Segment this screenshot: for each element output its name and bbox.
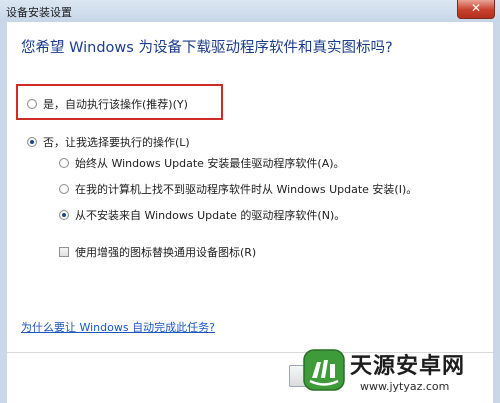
radio-if-missing-label: 在我的计算机上找不到驱动程序软件时从 Windows Update 安装(I)。	[75, 183, 418, 196]
radio-always-windows-update[interactable]: 始终从 Windows Update 安装最佳驱动程序软件(A)。	[59, 155, 345, 171]
dialog-question: 您希望 Windows 为设备下载驱动程序软件和真实图标吗?	[21, 40, 393, 56]
window-frame: 设备安装设置 ✕ 您希望 Windows 为设备下载驱动程序软件和真实图标吗? …	[0, 0, 500, 403]
radio-auto-indicator[interactable]	[27, 99, 37, 109]
checkbox-enhanced-icons-label: 使用增强的图标替换通用设备图标(R)	[75, 246, 257, 259]
radio-never-indicator[interactable]	[59, 210, 69, 220]
checkbox-enhanced-icons[interactable]: 使用增强的图标替换通用设备图标(R)	[59, 244, 256, 260]
radio-never-label: 从不安装来自 Windows Update 的驱动程序软件(N)。	[75, 209, 346, 222]
radio-if-missing-windows-update[interactable]: 在我的计算机上找不到驱动程序软件时从 Windows Update 安装(I)。	[59, 181, 417, 197]
watermark-logo-icon	[303, 349, 345, 391]
radio-manual[interactable]: 否，让我选择要执行的操作(L)	[27, 134, 190, 150]
why-auto-link[interactable]: 为什么要让 Windows 自动完成此任务?	[21, 319, 215, 335]
watermark: 天源安卓网 www.jytyaz.com	[298, 342, 498, 400]
close-button[interactable]: ✕	[457, 0, 495, 19]
radio-auto[interactable]: 是，自动执行该操作(推荐)(Y)	[27, 96, 188, 112]
radio-if-missing-indicator[interactable]	[59, 184, 69, 194]
watermark-title: 天源安卓网	[350, 354, 466, 379]
radio-always-indicator[interactable]	[59, 158, 69, 168]
radio-auto-label: 是，自动执行该操作(推荐)(Y)	[43, 98, 188, 111]
checkbox-enhanced-icons-box[interactable]	[59, 247, 69, 257]
radio-never-windows-update[interactable]: 从不安装来自 Windows Update 的驱动程序软件(N)。	[59, 207, 345, 223]
window-title: 设备安装设置	[6, 6, 72, 19]
radio-always-label: 始终从 Windows Update 安装最佳驱动程序软件(A)。	[75, 157, 345, 170]
radio-manual-indicator[interactable]	[27, 137, 37, 147]
watermark-url: www.jytyaz.com	[360, 380, 450, 393]
radio-manual-label: 否，让我选择要执行的操作(L)	[43, 136, 190, 149]
title-bar: 设备安装设置 ✕	[0, 0, 500, 22]
